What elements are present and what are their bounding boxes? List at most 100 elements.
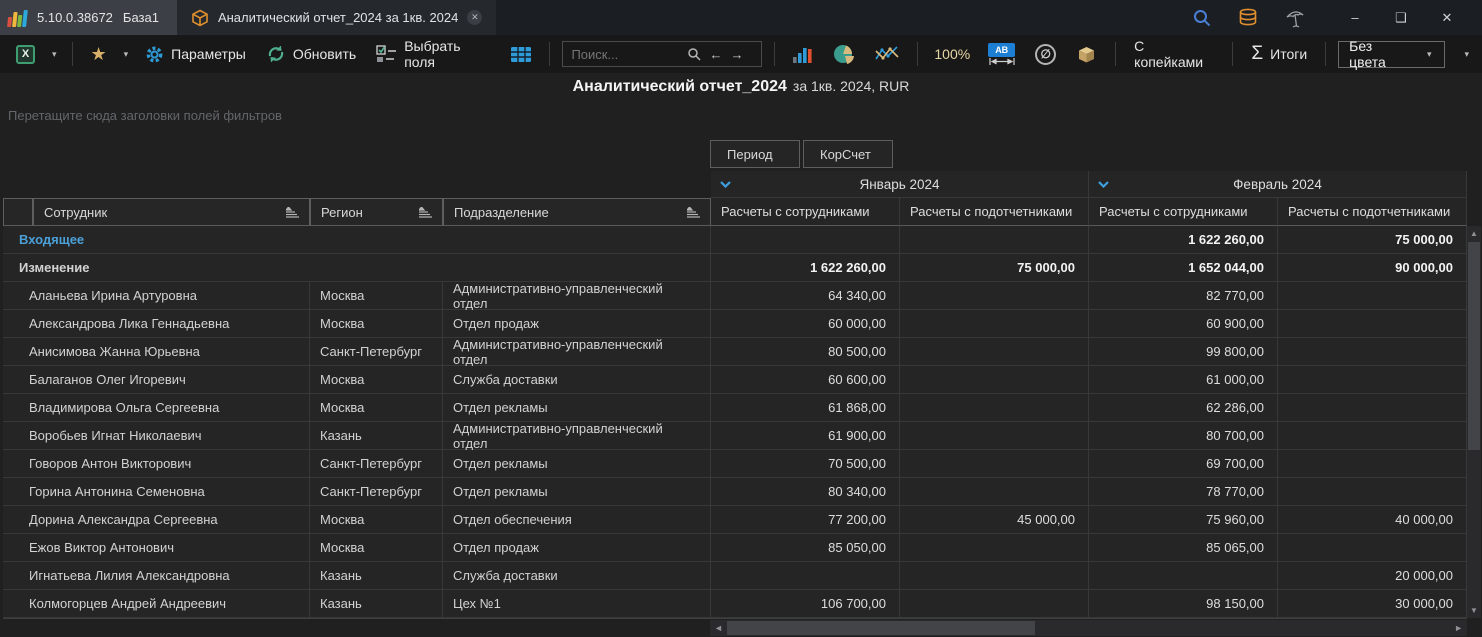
field-button-period[interactable]: Период	[710, 140, 800, 168]
hide-zeros-button[interactable]: ∅	[1029, 41, 1062, 68]
scroll-right-icon[interactable]: ►	[1454, 623, 1463, 633]
value-cell	[1278, 450, 1467, 478]
database-icon[interactable]	[1238, 8, 1258, 28]
column-group-january[interactable]: Январь 2024	[711, 171, 1089, 198]
sub-column-header[interactable]: Расчеты с сотрудниками	[711, 198, 900, 226]
sort-icon[interactable]	[419, 207, 432, 218]
zoom-level[interactable]: 100%	[930, 46, 974, 62]
table-row: Аланьева Ирина АртуровнаМоскваАдминистра…	[3, 282, 1467, 310]
value-cell	[900, 282, 1089, 310]
umbrella-icon[interactable]	[1284, 7, 1306, 29]
value-cell	[900, 478, 1089, 506]
division-cell: Отдел рекламы	[443, 450, 711, 478]
division-cell: Административно-управленческий отдел	[443, 422, 711, 450]
bar-chart-button[interactable]	[787, 43, 819, 66]
maximize-button[interactable]: ❑	[1378, 0, 1424, 35]
region-cell: Москва	[310, 310, 443, 338]
sub-column-header[interactable]: Расчеты с подотчетниками	[900, 198, 1089, 226]
close-button[interactable]: ✕	[1424, 0, 1470, 35]
collapse-chevron-icon[interactable]	[720, 181, 731, 188]
value-cell: 98 150,00	[1089, 590, 1278, 618]
value-cell	[711, 562, 900, 590]
toolbar-separator	[72, 42, 73, 66]
scroll-up-icon[interactable]: ▲	[1467, 229, 1481, 238]
value-cell	[1278, 310, 1467, 338]
excel-icon: X	[16, 45, 35, 64]
value-cell: 77 200,00	[711, 506, 900, 534]
pie-chart-icon	[833, 43, 855, 65]
scroll-left-icon[interactable]: ◄	[714, 623, 723, 633]
horizontal-scrollbar[interactable]: ◄ ►	[710, 620, 1467, 636]
table-row: Анисимова Жанна ЮрьевнаСанкт-ПетербургАд…	[3, 338, 1467, 366]
titlebar-actions: – ❑ ✕	[1192, 0, 1482, 35]
archive-button[interactable]	[1070, 42, 1103, 67]
division-cell: Отдел рекламы	[443, 394, 711, 422]
value-cell	[900, 590, 1089, 618]
collapse-chevron-icon[interactable]	[1098, 181, 1109, 188]
toolbar-overflow-caret[interactable]: ▾	[1461, 49, 1472, 60]
column-group-february[interactable]: Февраль 2024	[1089, 171, 1467, 198]
value-cell	[1278, 282, 1467, 310]
excel-export-caret[interactable]: ▾	[49, 49, 60, 60]
grid-bottom-border	[3, 618, 1467, 619]
report-tab[interactable]: Аналитический отчет_2024 за 1кв. 2024 ✕	[177, 0, 496, 35]
vertical-scrollbar[interactable]: ▲ ▼	[1467, 226, 1481, 618]
tab-title: Аналитический отчет_2024 за 1кв. 2024	[218, 10, 458, 25]
select-fields-button[interactable]: Выбрать поля	[370, 35, 497, 73]
value-cell	[1278, 478, 1467, 506]
search-input[interactable]	[571, 47, 679, 62]
region-cell: Казань	[310, 562, 443, 590]
column-width-button[interactable]: AB	[982, 40, 1021, 68]
vertical-scrollbar-thumb[interactable]	[1468, 242, 1480, 450]
report-title-period: за 1кв. 2024, RUR	[793, 78, 909, 94]
parameters-button[interactable]: Параметры	[139, 42, 252, 67]
search-icon[interactable]	[1192, 8, 1212, 28]
line-chart-button[interactable]	[869, 42, 905, 66]
row-field-region[interactable]: Регион	[310, 198, 443, 226]
toolbar-separator	[1325, 42, 1326, 66]
report-title: Аналитический отчет_2024за 1кв. 2024, RU…	[0, 78, 1482, 96]
cube-icon	[191, 9, 209, 27]
total-value-cell: 75 000,00	[1278, 226, 1467, 254]
filter-drop-zone[interactable]: Перетащите сюда заголовки полей фильтров	[8, 108, 282, 123]
refresh-button[interactable]: Обновить	[260, 41, 362, 67]
sort-icon[interactable]	[687, 207, 700, 218]
region-cell: Москва	[310, 282, 443, 310]
employee-cell: Балаганов Олег Игоревич	[3, 366, 310, 394]
favorites-button[interactable]: ★	[85, 42, 113, 66]
minimize-button[interactable]: –	[1332, 0, 1378, 35]
row-field-division[interactable]: Подразделение	[443, 198, 711, 226]
search-magnifier-icon[interactable]	[687, 47, 701, 61]
value-cell: 69 700,00	[1089, 450, 1278, 478]
value-cell	[1278, 534, 1467, 562]
sub-column-header[interactable]: Расчеты с подотчетниками	[1278, 198, 1467, 226]
horizontal-scrollbar-thumb[interactable]	[727, 621, 1035, 635]
value-cell: 60 000,00	[711, 310, 900, 338]
value-cell	[1278, 394, 1467, 422]
totals-button[interactable]: Σ Итоги	[1245, 40, 1313, 68]
scroll-down-icon[interactable]: ▼	[1467, 606, 1481, 615]
chevron-down-icon: ▾	[1424, 49, 1435, 60]
value-cell: 80 500,00	[711, 338, 900, 366]
division-cell: Отдел рекламы	[443, 478, 711, 506]
value-cell: 85 065,00	[1089, 534, 1278, 562]
sub-column-header[interactable]: Расчеты с сотрудниками	[1089, 198, 1278, 226]
value-cell	[1278, 422, 1467, 450]
kopecks-toggle-button[interactable]: С копейками	[1128, 35, 1220, 73]
app-window: 5.10.0.38672 База1 Аналитический отчет_2…	[0, 0, 1482, 637]
excel-export-button[interactable]: X	[10, 42, 41, 67]
pie-chart-button[interactable]	[827, 40, 861, 68]
row-field-employee[interactable]: Сотрудник	[33, 198, 310, 226]
value-cell: 82 770,00	[1089, 282, 1278, 310]
value-cell: 20 000,00	[1278, 562, 1467, 590]
region-cell: Санкт-Петербург	[310, 450, 443, 478]
total-value-cell: 1 652 044,00	[1089, 254, 1278, 282]
close-tab-icon[interactable]: ✕	[467, 10, 482, 25]
search-next-icon[interactable]: →	[730, 47, 743, 62]
search-prev-icon[interactable]: ←	[709, 47, 722, 62]
color-scheme-dropdown[interactable]: Без цвета ▾	[1338, 41, 1445, 68]
field-button-korschet[interactable]: КорСчет	[803, 140, 893, 168]
favorites-caret[interactable]: ▾	[121, 49, 132, 60]
sort-icon[interactable]	[286, 207, 299, 218]
layout-table-button[interactable]	[505, 44, 537, 65]
